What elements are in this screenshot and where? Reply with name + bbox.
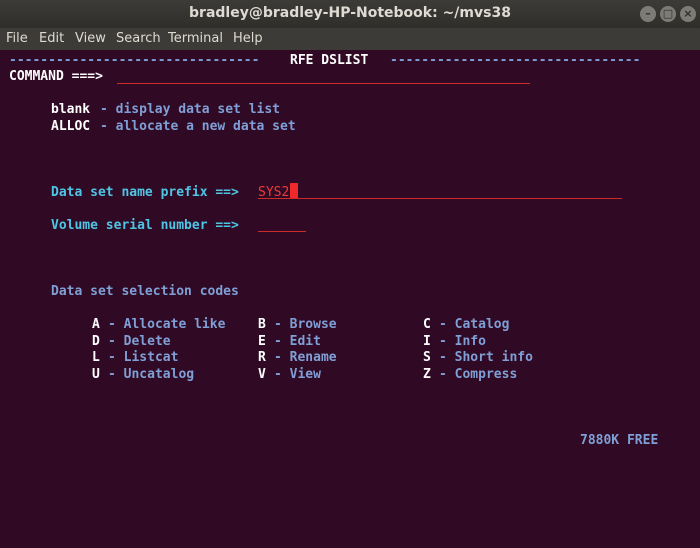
code-desc: - Allocate like — [108, 317, 226, 332]
code-desc: - Rename — [274, 350, 337, 365]
minimize-icon[interactable]: – — [640, 6, 656, 22]
code-key: U — [92, 367, 100, 382]
menu-edit[interactable]: Edit — [39, 31, 64, 46]
codes-heading: Data set selection codes — [51, 284, 239, 299]
prefix-label: Data set name prefix ==> — [51, 185, 239, 200]
volume-label: Volume serial number ==> — [51, 218, 239, 233]
menu-file[interactable]: File — [6, 31, 28, 46]
option-alloc-desc: - allocate a new data set — [100, 119, 296, 134]
option-blank-key: blank — [51, 102, 91, 117]
volume-input[interactable] — [258, 231, 306, 232]
terminal-screen[interactable]: -------------------------------- RFE DSL… — [0, 50, 700, 548]
header-dashes-right: -------------------------------- — [390, 53, 641, 68]
close-icon[interactable]: × — [680, 6, 696, 22]
code-key: A — [92, 317, 100, 332]
command-input[interactable] — [117, 83, 530, 84]
window-titlebar[interactable]: bradley@bradley-HP-Notebook: ~/mvs38 – □… — [0, 0, 700, 28]
code-desc: - Short info — [439, 350, 533, 365]
code-desc: - Info — [439, 334, 486, 349]
code-desc: - Browse — [274, 317, 337, 332]
menu-search[interactable]: Search — [116, 31, 161, 46]
menu-help[interactable]: Help — [233, 31, 263, 46]
code-key: L — [92, 350, 100, 365]
header-dashes-left: -------------------------------- — [9, 53, 260, 68]
code-desc: - Delete — [108, 334, 171, 349]
code-key: R — [258, 350, 266, 365]
command-label: COMMAND ===> — [9, 69, 103, 84]
menu-bar: File Edit View Search Terminal Help — [0, 28, 700, 50]
text-cursor — [290, 183, 298, 199]
window-title: bradley@bradley-HP-Notebook: ~/mvs38 — [189, 5, 511, 21]
menu-terminal[interactable]: Terminal — [168, 31, 223, 46]
prefix-input[interactable] — [258, 198, 622, 199]
option-blank-desc: - display data set list — [100, 102, 281, 117]
code-key: Z — [423, 367, 431, 382]
code-desc: - Listcat — [108, 350, 179, 365]
option-alloc-key: ALLOC — [51, 119, 91, 134]
menu-view[interactable]: View — [75, 31, 106, 46]
code-key: D — [92, 334, 100, 349]
code-key: E — [258, 334, 266, 349]
code-desc: - Edit — [274, 334, 321, 349]
code-key: C — [423, 317, 431, 332]
code-key: I — [423, 334, 431, 349]
code-key: V — [258, 367, 266, 382]
maximize-icon[interactable]: □ — [660, 6, 676, 22]
code-desc: - View — [274, 367, 321, 382]
free-space: 7880K FREE — [580, 433, 659, 448]
code-desc: - Catalog — [439, 317, 510, 332]
screen-title: RFE DSLIST — [290, 53, 369, 68]
code-key: B — [258, 317, 266, 332]
code-desc: - Uncatalog — [108, 367, 195, 382]
code-desc: - Compress — [439, 367, 518, 382]
code-key: S — [423, 350, 431, 365]
